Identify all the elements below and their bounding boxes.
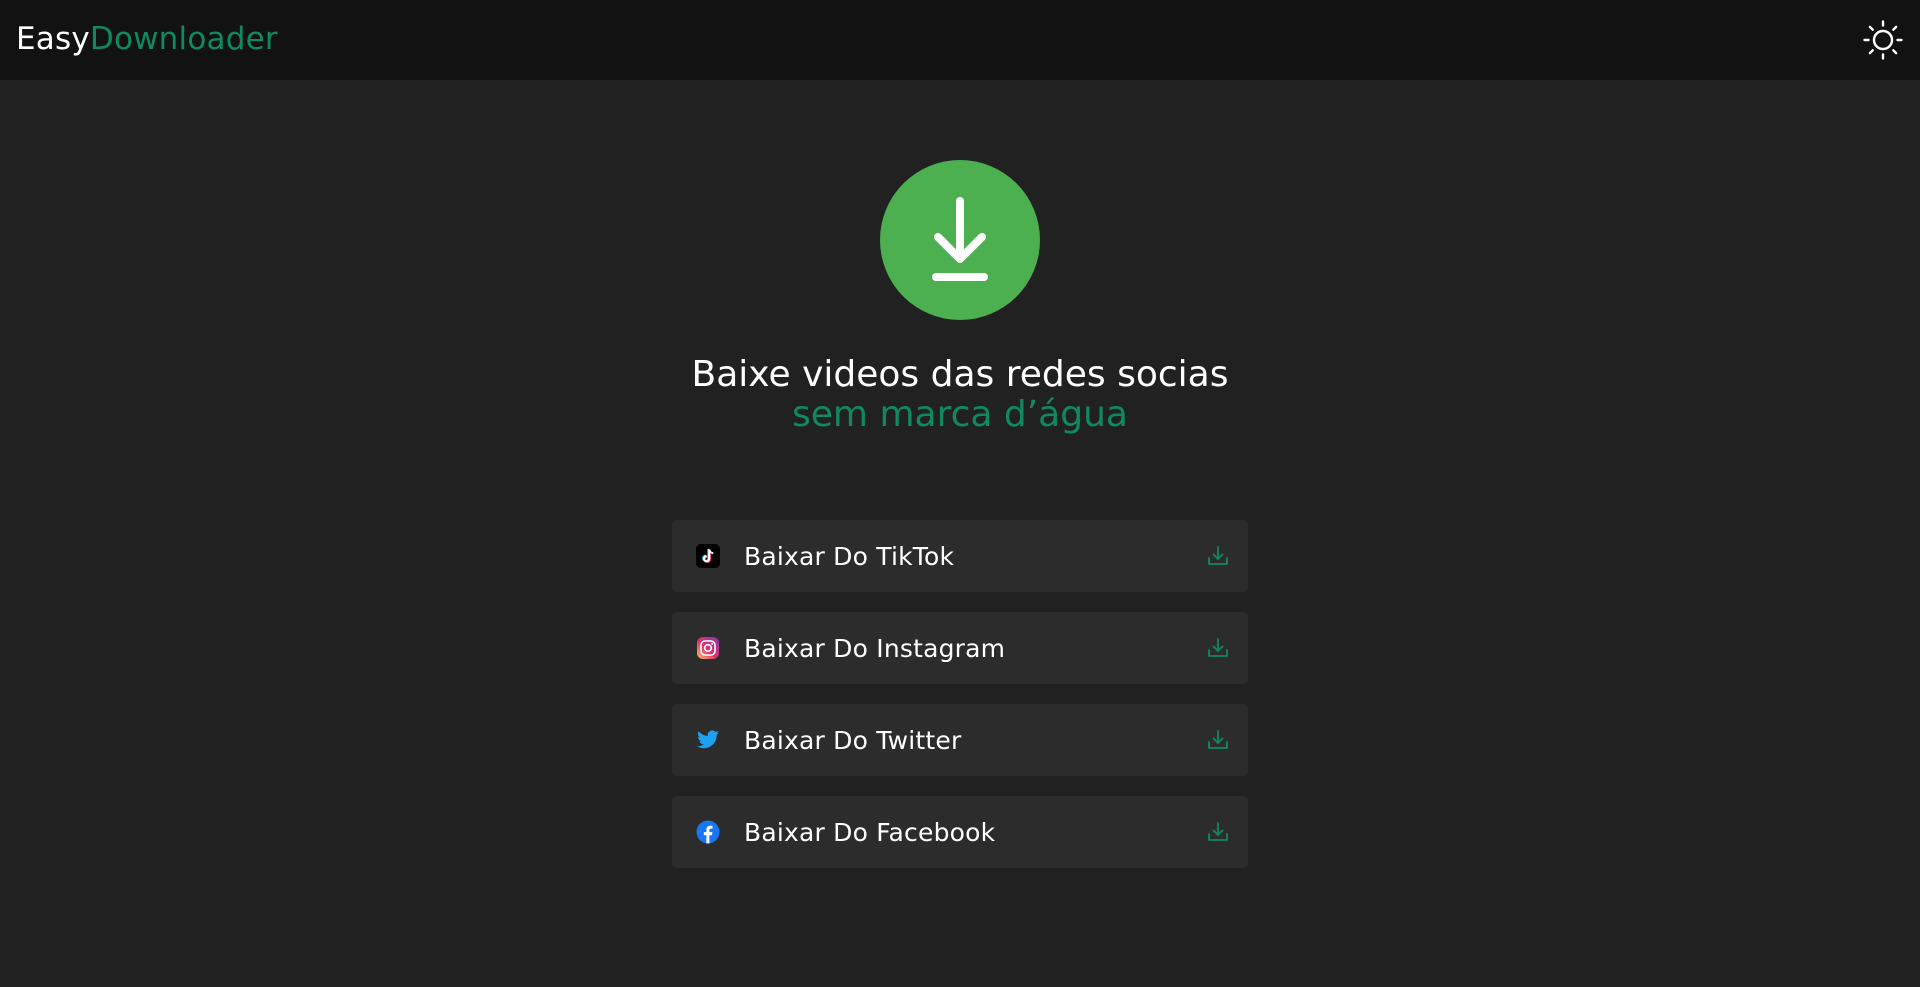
option-label: Baixar Do Twitter — [744, 725, 962, 755]
download-small-icon — [1208, 730, 1228, 749]
page-headline: Baixe videos das redes socias sem marca … — [560, 355, 1360, 435]
download-small-icon — [1208, 546, 1228, 565]
download-options-list: Baixar Do TikTok Baixar Do Instagram Bai… — [672, 520, 1248, 888]
tiktok-icon — [696, 544, 720, 568]
option-instagram[interactable]: Baixar Do Instagram — [672, 612, 1248, 684]
headline-line-1: Baixe videos das redes socias — [691, 354, 1229, 395]
top-bar: EasyDownloader — [0, 0, 1920, 80]
option-tiktok[interactable]: Baixar Do TikTok — [672, 520, 1248, 592]
option-label: Baixar Do Facebook — [744, 817, 996, 847]
logo-text-downloader: Downloader — [89, 21, 278, 57]
option-label: Baixar Do TikTok — [744, 541, 955, 571]
app-logo[interactable]: EasyDownloader — [16, 19, 278, 59]
option-facebook[interactable]: Baixar Do Facebook — [672, 796, 1248, 868]
download-small-icon — [1208, 638, 1228, 657]
download-small-icon — [1208, 822, 1228, 841]
download-icon — [932, 197, 988, 281]
option-twitter[interactable]: Baixar Do Twitter — [672, 704, 1248, 776]
logo-text-easy: Easy — [16, 21, 90, 57]
headline-line-2: sem marca d’água — [792, 394, 1128, 435]
hero-download-badge — [880, 160, 1040, 320]
twitter-icon — [696, 728, 720, 752]
instagram-icon — [696, 636, 720, 660]
theme-toggle-button[interactable] — [1862, 19, 1904, 61]
facebook-icon — [696, 820, 720, 844]
sun-icon — [1863, 20, 1903, 60]
option-label: Baixar Do Instagram — [744, 633, 1006, 663]
